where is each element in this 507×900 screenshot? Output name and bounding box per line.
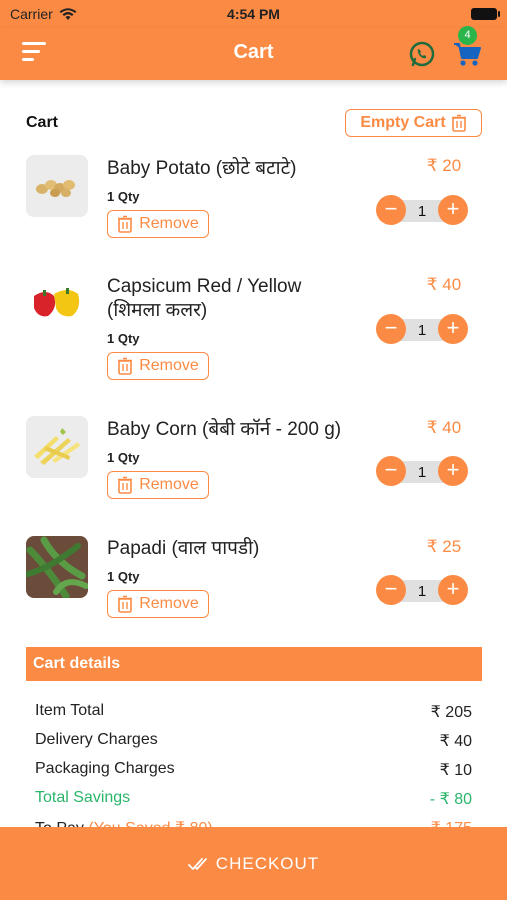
trash-icon — [118, 476, 133, 494]
cart-section-title: Cart — [26, 114, 59, 131]
row-value: ₹ 10 — [439, 762, 472, 779]
product-image — [26, 536, 88, 598]
trash-icon — [118, 357, 133, 375]
checkout-label: CHECKOUT — [215, 853, 320, 873]
decrease-button[interactable]: − — [376, 575, 406, 605]
row-value: - ₹ 80 — [429, 791, 472, 808]
trash-icon — [451, 114, 466, 132]
quantity-stepper: − 1 + — [376, 314, 468, 344]
product-qty: 1 Qty — [107, 331, 140, 346]
row-value: ₹ 40 — [439, 733, 472, 750]
cart-details-header: Cart details — [26, 647, 482, 681]
remove-button[interactable]: Remove — [107, 210, 209, 238]
product-name: Papadi (वाल पापडी) — [107, 538, 260, 559]
row-label: Delivery Charges — [35, 731, 158, 748]
empty-cart-label: Empty Cart — [360, 114, 446, 131]
remove-label: Remove — [139, 476, 199, 493]
product-price: ₹ 40 — [426, 418, 462, 437]
increase-button[interactable]: + — [438, 456, 468, 486]
decrease-button[interactable]: − — [376, 195, 406, 225]
double-check-icon — [187, 857, 207, 870]
product-qty: 1 Qty — [107, 189, 140, 204]
product-name: Baby Potato (छोटे बटाटे) — [107, 158, 297, 179]
remove-label: Remove — [139, 357, 199, 374]
row-label: Packaging Charges — [35, 760, 175, 777]
row-label: Item Total — [35, 702, 105, 719]
increase-button[interactable]: + — [438, 195, 468, 225]
total-savings-row: Total Savings - ₹ 80 — [35, 789, 472, 809]
packaging-charges-row: Packaging Charges ₹ 10 — [35, 760, 472, 780]
quantity-stepper: − 1 + — [376, 195, 468, 225]
product-image — [26, 416, 88, 478]
battery-icon — [471, 8, 500, 20]
decrease-button[interactable]: − — [376, 314, 406, 344]
cart-count-badge: 4 — [458, 26, 477, 45]
product-name: Baby Corn (बेबी कॉर्न - 200 g) — [107, 419, 342, 440]
product-qty: 1 Qty — [107, 450, 140, 465]
whatsapp-icon[interactable] — [408, 40, 436, 68]
delivery-charges-row: Delivery Charges ₹ 40 — [35, 731, 472, 751]
trash-icon — [118, 215, 133, 233]
increase-button[interactable]: + — [438, 314, 468, 344]
trash-icon — [118, 595, 133, 613]
remove-button[interactable]: Remove — [107, 352, 209, 380]
remove-button[interactable]: Remove — [107, 471, 209, 499]
decrease-button[interactable]: − — [376, 456, 406, 486]
product-price: ₹ 40 — [426, 275, 462, 294]
product-price: ₹ 20 — [426, 156, 462, 175]
status-time: 4:54 PM — [227, 6, 280, 22]
row-value: ₹ 205 — [430, 704, 472, 721]
quantity-stepper: − 1 + — [376, 575, 468, 605]
status-bar: Carrier 4:54 PM — [0, 0, 507, 28]
checkout-button[interactable]: CHECKOUT — [0, 827, 507, 900]
quantity-stepper: − 1 + — [376, 456, 468, 486]
empty-cart-button[interactable]: Empty Cart — [345, 109, 482, 137]
quantity-value: 1 — [417, 322, 427, 339]
quantity-value: 1 — [417, 464, 427, 481]
product-qty: 1 Qty — [107, 569, 140, 584]
item-total-row: Item Total ₹ 205 — [35, 702, 472, 722]
product-price: ₹ 25 — [426, 537, 462, 556]
row-label: Total Savings — [35, 789, 131, 806]
remove-label: Remove — [139, 595, 199, 612]
quantity-value: 1 — [417, 203, 427, 220]
quantity-value: 1 — [417, 583, 427, 600]
remove-label: Remove — [139, 215, 199, 232]
app-header: Cart 4 — [0, 26, 507, 80]
increase-button[interactable]: + — [438, 575, 468, 605]
product-image — [26, 274, 88, 336]
product-name: Capsicum Red / Yellow (शिमला कलर) — [107, 276, 302, 321]
remove-button[interactable]: Remove — [107, 590, 209, 618]
product-image — [26, 155, 88, 217]
